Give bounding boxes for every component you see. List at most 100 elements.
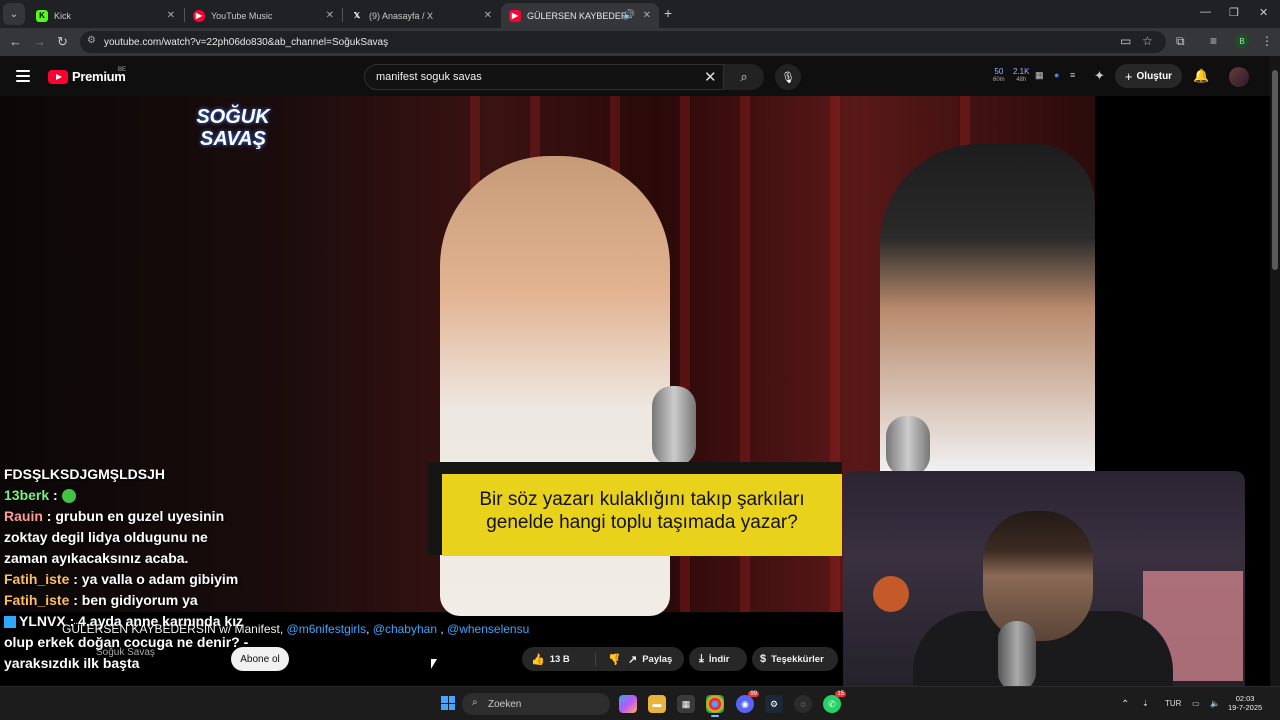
tab-search-button[interactable]: ⌄ bbox=[3, 3, 25, 25]
studio-microphone bbox=[886, 416, 930, 476]
browser-menu-icon[interactable]: ⋮ bbox=[1261, 34, 1273, 48]
subscribe-button[interactable]: Abone ol bbox=[231, 647, 289, 671]
new-tab-button[interactable]: + bbox=[664, 5, 672, 21]
minimize-icon[interactable]: — bbox=[1200, 6, 1211, 18]
stat-unit: 60m bbox=[993, 77, 1005, 83]
logo-line: SAVAŞ bbox=[200, 128, 266, 150]
extension-q-icon[interactable]: ● bbox=[1054, 70, 1059, 80]
channel-name[interactable]: Soğuk Savaş bbox=[96, 647, 155, 658]
mention-link[interactable]: @whenselensu bbox=[447, 622, 529, 636]
app-icon[interactable]: ◌ bbox=[794, 695, 812, 713]
chat-message: 13berk : bbox=[4, 485, 254, 506]
tab-kick[interactable]: K Kick ✕ bbox=[28, 3, 183, 28]
search-input[interactable]: manifest soguk savas bbox=[364, 64, 724, 90]
cast-icon[interactable]: ▭ bbox=[1120, 34, 1131, 48]
mention-link[interactable]: @chabyhan bbox=[373, 622, 437, 636]
download-button[interactable]: ⤓ İndir bbox=[689, 647, 747, 671]
store-icon[interactable]: ▦ bbox=[677, 695, 695, 713]
soguk-savas-logo: SOĞUK SAVAŞ bbox=[186, 106, 280, 166]
profile-avatar[interactable]: B bbox=[1235, 34, 1249, 48]
window-close-icon[interactable]: ✕ bbox=[1259, 6, 1268, 19]
discord-icon[interactable]: ◉ 99 bbox=[736, 691, 759, 713]
streamer-microphone bbox=[998, 621, 1036, 686]
search-button[interactable]: ⌕ bbox=[724, 64, 764, 90]
site-info-icon[interactable]: ⚙ bbox=[87, 35, 96, 46]
microphone-icon: 🎙 bbox=[781, 71, 795, 84]
clock-date: 19-7-2025 bbox=[1228, 703, 1263, 712]
share-icon: ↗ bbox=[628, 653, 638, 666]
address-bar[interactable]: ⚙ youtube.com/watch?v=22ph06do830&ab_cha… bbox=[80, 31, 1166, 53]
thanks-button[interactable]: $ Teşekkürler bbox=[752, 647, 838, 671]
extension-list-icon[interactable]: ≡ bbox=[1070, 70, 1075, 80]
chrome-icon[interactable] bbox=[706, 695, 724, 717]
chat-text: : ben gidiyorum ya bbox=[73, 592, 198, 608]
windows-start-icon[interactable] bbox=[441, 696, 455, 710]
back-icon[interactable]: ← bbox=[9, 34, 22, 49]
volume-icon[interactable]: 🔈 bbox=[1210, 699, 1220, 708]
chat-message: Fatih_iste : ben gidiyorum ya bbox=[4, 590, 254, 611]
stat-unit: 48h bbox=[1016, 77, 1027, 83]
url-text: youtube.com/watch?v=22ph06do830&ab_chann… bbox=[104, 36, 389, 48]
bookmark-star-icon[interactable]: ☆ bbox=[1142, 34, 1153, 48]
page-scrollbar[interactable] bbox=[1270, 56, 1280, 686]
video-title-text: GÜLERSEN KAYBEDERSİN w/ Manifest, bbox=[62, 622, 284, 636]
close-tab-icon[interactable]: ✕ bbox=[167, 10, 175, 21]
search-icon: ⌕ bbox=[740, 69, 748, 84]
chat-text: : ya valla o adam gibiyim bbox=[73, 571, 239, 587]
tube-extension-icon[interactable]: ✦ bbox=[1094, 68, 1105, 84]
stat-value: 50 bbox=[994, 67, 1004, 76]
voice-search-button[interactable]: 🎙 bbox=[775, 64, 801, 90]
language-indicator[interactable]: TUR bbox=[1165, 699, 1181, 708]
menu-icon[interactable] bbox=[16, 70, 30, 82]
share-label: Paylaş bbox=[642, 653, 673, 665]
taskbar-search-input[interactable]: ⌕ Zoeken bbox=[462, 693, 610, 715]
audio-playing-icon[interactable]: 🔊 bbox=[623, 10, 635, 21]
chat-badge-icon bbox=[4, 616, 16, 629]
separator: , bbox=[366, 622, 370, 636]
taskbar-search-placeholder: Zoeken bbox=[488, 698, 522, 710]
close-tab-icon[interactable]: ✕ bbox=[326, 10, 334, 21]
tab-x[interactable]: 𝕏 (9) Anasayfa / X ✕ bbox=[343, 3, 500, 28]
forward-icon[interactable]: → bbox=[33, 34, 46, 49]
tray-overflow-icon[interactable]: ⌃ bbox=[1121, 699, 1129, 710]
chat-user: 13berk bbox=[4, 487, 50, 503]
like-button[interactable]: 👍 13 B bbox=[522, 652, 596, 666]
stat-value: 2.1K bbox=[1013, 67, 1030, 76]
mention-link[interactable]: @m6nifestgirls bbox=[287, 622, 367, 636]
restore-icon[interactable]: ❐ bbox=[1229, 6, 1239, 19]
clock-time: 02:03 bbox=[1235, 694, 1255, 703]
media-control-icon[interactable]: ≡ bbox=[1210, 34, 1217, 48]
extensions-icon[interactable]: ⧉ bbox=[1176, 34, 1185, 49]
notifications-bell-icon[interactable]: 🔔 bbox=[1193, 68, 1209, 84]
scrollbar-thumb[interactable] bbox=[1272, 70, 1278, 270]
user-avatar[interactable] bbox=[1229, 67, 1249, 87]
tab-title: Kick bbox=[54, 10, 72, 21]
streamer-webcam bbox=[843, 471, 1245, 686]
chat-user: Fatih_iste bbox=[4, 592, 70, 608]
taskbar-clock[interactable]: 02:03 19-7-2025 bbox=[1228, 694, 1262, 712]
separator: , bbox=[440, 622, 444, 636]
stat-views-60m: 50 60m bbox=[993, 67, 1005, 85]
youtube-premium-logo[interactable]: Premium BE bbox=[48, 67, 126, 84]
download-label: İndir bbox=[708, 653, 730, 665]
tab-youtube-active[interactable]: ▶ GÜLERSEN KAYBEDERSİN w 🔊 ✕ bbox=[501, 3, 659, 28]
steam-icon[interactable]: ⚙ bbox=[765, 695, 783, 713]
tab-youtube-music[interactable]: ▶ YouTube Music ✕ bbox=[185, 3, 342, 28]
emote-icon bbox=[61, 489, 76, 504]
clear-search-icon[interactable]: ✕ bbox=[704, 68, 717, 86]
studio-microphone bbox=[652, 386, 696, 466]
copilot-icon[interactable] bbox=[619, 695, 637, 713]
close-tab-icon[interactable]: ✕ bbox=[484, 10, 492, 21]
teddy-bear bbox=[873, 576, 909, 612]
file-explorer-icon[interactable]: ▬ bbox=[648, 695, 666, 713]
reload-icon[interactable]: ↻ bbox=[57, 34, 68, 50]
create-button[interactable]: + Oluştur bbox=[1115, 64, 1182, 88]
tray-app-icon[interactable]: ⇣ bbox=[1142, 699, 1149, 708]
chat-user: YLNVX bbox=[19, 613, 66, 629]
whatsapp-icon[interactable]: ✆ 15 bbox=[823, 691, 846, 713]
whatsapp-badge: 15 bbox=[835, 691, 846, 697]
close-tab-icon[interactable]: ✕ bbox=[643, 10, 651, 21]
share-button[interactable]: ↗ Paylaş bbox=[618, 647, 684, 671]
extension-grid-icon[interactable]: ▦ bbox=[1035, 70, 1044, 81]
network-icon[interactable]: ▭ bbox=[1192, 699, 1200, 708]
